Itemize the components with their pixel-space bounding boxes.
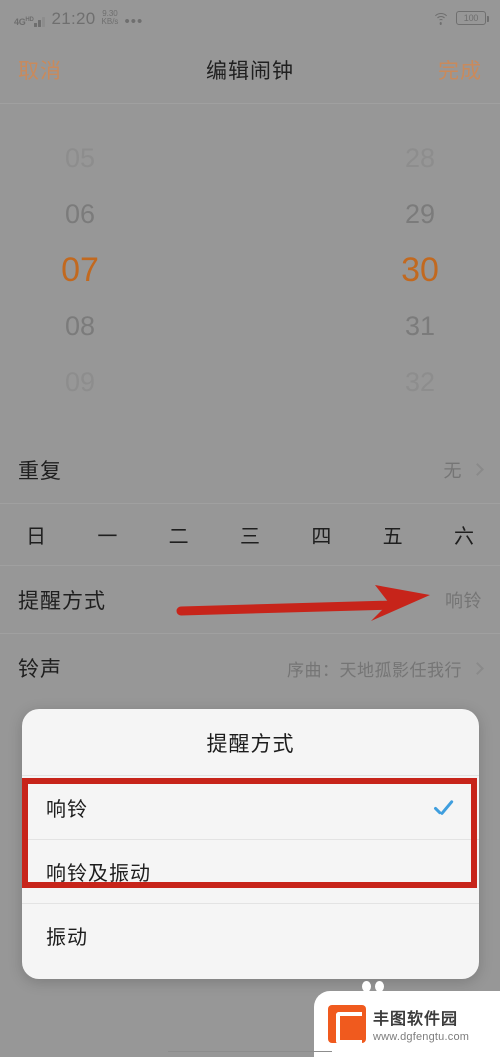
hour-option-selected[interactable]: 07: [0, 242, 250, 298]
weekday-tue[interactable]: 二: [169, 520, 189, 549]
hour-wheel[interactable]: 05 06 07 08 09: [0, 105, 250, 435]
dialog-title: 提醒方式: [206, 733, 295, 756]
hour-option[interactable]: 06: [0, 186, 250, 242]
row-alert-type-label: 提醒方式: [18, 589, 106, 613]
dialog-option-vibrate[interactable]: 振动: [22, 903, 479, 967]
status-time: 21:20: [51, 8, 96, 28]
status-bar: 4GHD 21:20 9.30 KB/s ••• 100: [0, 0, 500, 36]
data-rate-unit: KB/s: [101, 17, 119, 26]
watermark-name: 丰图软件园: [373, 1011, 459, 1028]
signal-bars-icon: [34, 16, 46, 27]
dialog-option-ring-label: 响铃: [46, 799, 88, 821]
row-repeat-label: 重复: [18, 459, 62, 483]
page-title: 编辑闹钟: [206, 59, 294, 83]
dialog-option-ring-vibrate-label: 响铃及振动: [46, 863, 151, 885]
chevron-right-icon: [471, 463, 484, 476]
wifi-icon: [432, 12, 449, 25]
dialog-option-ring[interactable]: 响铃: [22, 775, 479, 839]
dialog-option-vibrate-label: 振动: [46, 927, 88, 949]
minute-option[interactable]: 31: [250, 298, 500, 354]
weekday-sat[interactable]: 六: [454, 520, 474, 549]
watermark-url: www.dgfengtu.com: [373, 1031, 470, 1043]
check-icon: [433, 802, 455, 814]
row-ringtone-value: 序曲：天地孤影任我行: [287, 660, 462, 680]
minute-wheel[interactable]: 28 29 30 31 32: [250, 105, 500, 435]
row-alert-type-value: 响铃: [445, 590, 482, 611]
minute-option-selected[interactable]: 30: [250, 242, 500, 298]
row-repeat-value: 无: [443, 460, 462, 481]
status-bar-right: 100: [432, 11, 489, 25]
battery-level-label: 100: [463, 12, 479, 23]
done-button[interactable]: 完成: [438, 55, 482, 85]
weekday-wed[interactable]: 三: [240, 520, 260, 549]
navigation-bar: 取消 编辑闹钟 完成: [0, 36, 500, 104]
network-type-label: 4GHD: [14, 16, 34, 27]
watermark-ears-icon: [362, 981, 388, 993]
status-bar-left: 4GHD 21:20 9.30 KB/s •••: [14, 8, 144, 30]
watermark-logo-icon: [328, 1005, 366, 1044]
time-picker[interactable]: 05 06 07 08 09 28 29 30 31 32: [0, 105, 500, 435]
data-rate-indicator: 9.30 KB/s: [101, 9, 119, 27]
cellular-signal-icon: 4GHD: [14, 16, 46, 27]
weekday-sun[interactable]: 日: [26, 520, 46, 549]
hour-option[interactable]: 05: [0, 130, 250, 186]
overflow-dots-icon: •••: [124, 12, 144, 30]
weekday-mon[interactable]: 一: [97, 520, 117, 549]
weekday-thu[interactable]: 四: [311, 520, 331, 549]
annotation-arrow-icon: [176, 585, 430, 621]
chevron-right-icon: [471, 661, 484, 675]
watermark: 丰图软件园 www.dgfengtu.com: [314, 981, 500, 1057]
dialog-option-ring-vibrate[interactable]: 响铃及振动: [22, 839, 479, 903]
watermark-text: 丰图软件园 www.dgfengtu.com: [373, 1005, 469, 1043]
navigation-hint-bar: [168, 1051, 332, 1052]
weekday-fri[interactable]: 五: [383, 520, 403, 549]
alert-type-dialog: 提醒方式 响铃 响铃及振动 振动: [22, 709, 479, 979]
row-ringtone-label: 铃声: [18, 658, 62, 681]
minute-option[interactable]: 32: [250, 354, 500, 410]
hour-option[interactable]: 09: [0, 354, 250, 410]
weekday-selector[interactable]: 日 一 二 三 四 五 六: [0, 504, 500, 566]
row-ringtone[interactable]: 铃声 序曲：天地孤影任我行: [0, 634, 500, 702]
battery-icon: 100: [456, 11, 489, 25]
hour-option[interactable]: 08: [0, 298, 250, 354]
cancel-button[interactable]: 取消: [18, 55, 62, 85]
dialog-bottom-padding: [22, 967, 479, 979]
row-repeat[interactable]: 重复 无: [0, 436, 500, 504]
minute-option[interactable]: 28: [250, 130, 500, 186]
minute-option[interactable]: 29: [250, 186, 500, 242]
